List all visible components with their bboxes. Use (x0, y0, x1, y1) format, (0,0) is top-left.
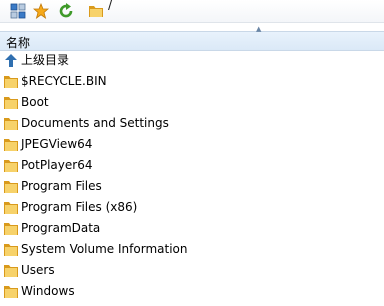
folder-icon (3, 95, 19, 110)
list-item[interactable]: $RECYCLE.BIN (0, 71, 384, 92)
folder-icon (3, 200, 19, 215)
list-item-name: Documents and Settings (21, 116, 169, 130)
list-item-name: PotPlayer64 (21, 158, 93, 172)
list-item[interactable]: System Volume Information (0, 239, 384, 260)
list-item-name: Users (21, 263, 55, 277)
folder-icon (3, 263, 19, 278)
folder-icon (88, 3, 104, 19)
refresh-icon[interactable] (58, 3, 74, 19)
list-item[interactable]: Windows (0, 281, 384, 302)
list-item[interactable]: ProgramData (0, 218, 384, 239)
list-item[interactable]: JPEGView64 (0, 134, 384, 155)
list-item-name: Windows (21, 284, 75, 298)
folder-icon (3, 242, 19, 257)
folder-icon (3, 179, 19, 194)
list-item[interactable]: Documents and Settings (0, 113, 384, 134)
list-item-name: Boot (21, 95, 49, 109)
list-item[interactable]: PotPlayer64 (0, 155, 384, 176)
list-item[interactable]: Program Files (x86) (0, 197, 384, 218)
folder-icon (3, 137, 19, 152)
parent-directory-row[interactable]: 上级目录 (0, 50, 384, 71)
current-path[interactable]: / (108, 0, 112, 14)
list-item-name: ProgramData (21, 221, 101, 235)
folder-icon (3, 221, 19, 236)
list-item-name: $RECYCLE.BIN (21, 74, 107, 88)
folder-icon (3, 116, 19, 131)
sort-ascending-icon: ▲ (256, 25, 262, 33)
view-toggle-icon[interactable] (10, 3, 26, 19)
list-item-name: Program Files (x86) (21, 200, 138, 214)
up-arrow-icon (3, 53, 19, 68)
star-icon[interactable] (32, 2, 50, 19)
toolbar: / (0, 0, 384, 23)
column-header-label: 名称 (6, 36, 31, 50)
list-item[interactable]: Users (0, 260, 384, 281)
list-item[interactable]: Program Files (0, 176, 384, 197)
list-item-name: JPEGView64 (21, 137, 93, 151)
parent-directory-label: 上级目录 (21, 53, 70, 67)
list-item-name: Program Files (21, 179, 102, 193)
column-header-name[interactable]: ▲ 名称 (0, 25, 384, 51)
folder-icon (3, 158, 19, 173)
list-item[interactable]: Boot (0, 92, 384, 113)
file-list: 上级目录 $RECYCLE.BIN Boot Documents and Setti… (0, 50, 384, 302)
folder-icon (3, 74, 19, 89)
list-item-name: System Volume Information (21, 242, 188, 256)
folder-icon (3, 284, 19, 299)
